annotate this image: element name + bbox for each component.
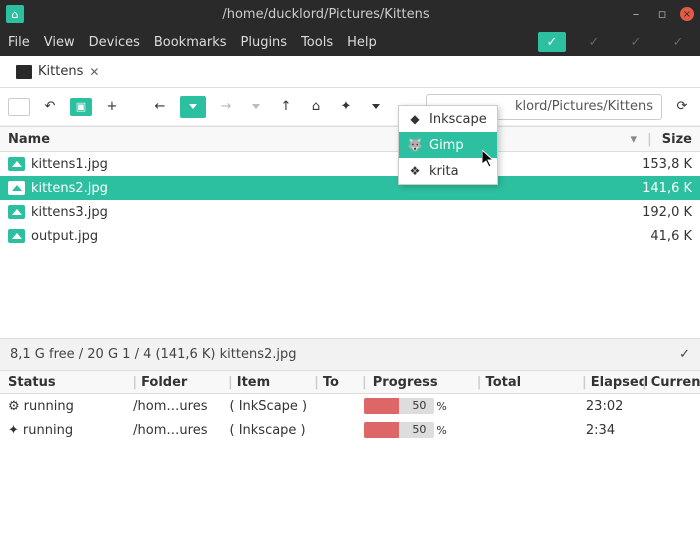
image-icon bbox=[8, 157, 25, 171]
file-row[interactable]: output.jpg 41,6 K bbox=[0, 224, 700, 248]
menu-view[interactable]: View bbox=[44, 35, 75, 50]
menu-bookmarks[interactable]: Bookmarks bbox=[154, 35, 227, 50]
refresh-button[interactable]: ⟳ bbox=[672, 97, 692, 117]
file-row[interactable]: kittens3.jpg 192,0 K bbox=[0, 200, 700, 224]
file-list: kittens1.jpg 153,8 K kittens2.jpg 141,6 … bbox=[0, 152, 700, 248]
task-col-status[interactable]: Status bbox=[8, 375, 132, 390]
menu-devices[interactable]: Devices bbox=[89, 35, 140, 50]
tab-close-icon[interactable]: ✕ bbox=[89, 65, 99, 79]
app-icon: ✦ bbox=[8, 423, 19, 438]
check-1[interactable]: ✓ bbox=[580, 32, 608, 52]
task-status: running bbox=[23, 423, 73, 438]
confirm-button[interactable]: ✓ bbox=[538, 32, 566, 52]
forward-dropdown[interactable] bbox=[246, 97, 266, 117]
menubar: File View Devices Bookmarks Plugins Tool… bbox=[0, 28, 700, 56]
menu-help[interactable]: Help bbox=[347, 35, 377, 50]
file-size: 153,8 K bbox=[622, 157, 692, 172]
menu-item-label: krita bbox=[429, 164, 459, 179]
back-dropdown[interactable] bbox=[180, 96, 206, 118]
task-col-folder[interactable]: |Folder bbox=[132, 375, 228, 390]
task-row[interactable]: ✦ running /hom…ures ( Inkscape ) 50% 2:34 bbox=[0, 418, 700, 442]
image-icon bbox=[8, 205, 25, 219]
file-size: 141,6 K bbox=[622, 181, 692, 196]
status-text: 8,1 G free / 20 G 1 / 4 (141,6 K) kitten… bbox=[10, 347, 297, 362]
app-launcher-button[interactable]: ✦ bbox=[336, 97, 356, 117]
task-status: running bbox=[24, 399, 74, 414]
task-progress: 50% bbox=[364, 398, 480, 414]
task-row[interactable]: ⚙ running /hom…ures ( InkScape ) 50% 23:0… bbox=[0, 394, 700, 418]
gimp-icon: 🐺 bbox=[407, 137, 423, 153]
image-icon bbox=[8, 229, 25, 243]
task-col-total[interactable]: |Total bbox=[477, 375, 582, 390]
krita-icon: ❖ bbox=[407, 163, 423, 179]
menu-plugins[interactable]: Plugins bbox=[241, 35, 288, 50]
app-icon: ⌂ bbox=[6, 5, 24, 23]
menu-tools[interactable]: Tools bbox=[301, 35, 333, 50]
file-size: 192,0 K bbox=[622, 205, 692, 220]
file-name: output.jpg bbox=[31, 229, 622, 244]
file-row[interactable]: kittens1.jpg 153,8 K bbox=[0, 152, 700, 176]
home-button[interactable]: ⌂ bbox=[306, 97, 326, 117]
tab-kittens[interactable]: Kittens ✕ bbox=[8, 60, 107, 83]
column-size[interactable]: ▾|Size bbox=[622, 132, 692, 147]
menu-item-inkscape[interactable]: ◆ Inkscape bbox=[399, 106, 497, 132]
window-title: /home/ducklord/Pictures/Kittens bbox=[24, 7, 628, 22]
task-item: ( InkScape ) bbox=[229, 399, 316, 414]
task-col-item[interactable]: |Item bbox=[228, 375, 314, 390]
view-mode-button[interactable] bbox=[8, 98, 30, 116]
app-launcher-dropdown[interactable] bbox=[366, 97, 386, 117]
task-col-to[interactable]: |To bbox=[314, 375, 362, 390]
image-icon bbox=[8, 181, 25, 195]
menu-file[interactable]: File bbox=[8, 35, 30, 50]
menu-item-gimp[interactable]: 🐺 Gimp bbox=[399, 132, 497, 158]
column-name[interactable]: Name bbox=[8, 132, 622, 147]
task-elapsed: 23:02 bbox=[586, 399, 644, 414]
task-folder: /hom…ures bbox=[133, 399, 229, 414]
file-name: kittens2.jpg bbox=[31, 181, 622, 196]
menu-item-krita[interactable]: ❖ krita bbox=[399, 158, 497, 184]
minimize-button[interactable]: – bbox=[628, 6, 644, 22]
forward-button[interactable]: → bbox=[216, 97, 236, 117]
file-list-empty[interactable] bbox=[0, 248, 700, 338]
maximize-button[interactable]: ▫ bbox=[654, 6, 670, 22]
task-col-elapsed[interactable]: |Elapsed bbox=[582, 375, 642, 390]
open-folder-button[interactable]: ▣ bbox=[70, 98, 92, 116]
file-row[interactable]: kittens2.jpg 141,6 K bbox=[0, 176, 700, 200]
open-with-menu: ◆ Inkscape 🐺 Gimp ❖ krita bbox=[398, 105, 498, 185]
task-col-current[interactable]: |Current bbox=[642, 375, 692, 390]
folder-icon bbox=[16, 65, 32, 79]
file-name: kittens1.jpg bbox=[31, 157, 622, 172]
tabbar: Kittens ✕ bbox=[0, 56, 700, 88]
reload-history-button[interactable]: ↶ bbox=[40, 97, 60, 117]
up-button[interactable]: ↑ bbox=[276, 97, 296, 117]
check-2[interactable]: ✓ bbox=[622, 32, 650, 52]
window-controls: – ▫ × bbox=[628, 6, 694, 22]
check-3[interactable]: ✓ bbox=[664, 32, 692, 52]
path-text: klord/Pictures/Kittens bbox=[515, 99, 653, 114]
file-list-header: Name ▾|Size bbox=[0, 126, 700, 152]
task-progress: 50% bbox=[364, 422, 480, 438]
file-size: 41,6 K bbox=[622, 229, 692, 244]
close-button[interactable]: × bbox=[680, 7, 694, 21]
file-name: kittens3.jpg bbox=[31, 205, 622, 220]
back-button[interactable]: ← bbox=[150, 97, 170, 117]
task-header: Status |Folder |Item |To |Progress |Tota… bbox=[0, 370, 700, 394]
menu-item-label: Gimp bbox=[429, 138, 464, 153]
task-folder: /hom…ures bbox=[133, 423, 229, 438]
toolbar: ↶ ▣ + ← → ↑ ⌂ ✦ klord/Pictures/Kittens ⟳ bbox=[0, 88, 700, 126]
titlebar: ⌂ /home/ducklord/Pictures/Kittens – ▫ × bbox=[0, 0, 700, 28]
inkscape-icon: ◆ bbox=[407, 111, 423, 127]
task-col-progress[interactable]: |Progress bbox=[362, 375, 477, 390]
gear-icon: ⚙ bbox=[8, 399, 20, 414]
status-check-icon: ✓ bbox=[679, 347, 690, 362]
new-button[interactable]: + bbox=[102, 97, 122, 117]
menu-item-label: Inkscape bbox=[429, 112, 487, 127]
tab-label: Kittens bbox=[38, 64, 83, 79]
task-item: ( Inkscape ) bbox=[229, 423, 316, 438]
task-elapsed: 2:34 bbox=[586, 423, 644, 438]
statusbar: 8,1 G free / 20 G 1 / 4 (141,6 K) kitten… bbox=[0, 338, 700, 370]
